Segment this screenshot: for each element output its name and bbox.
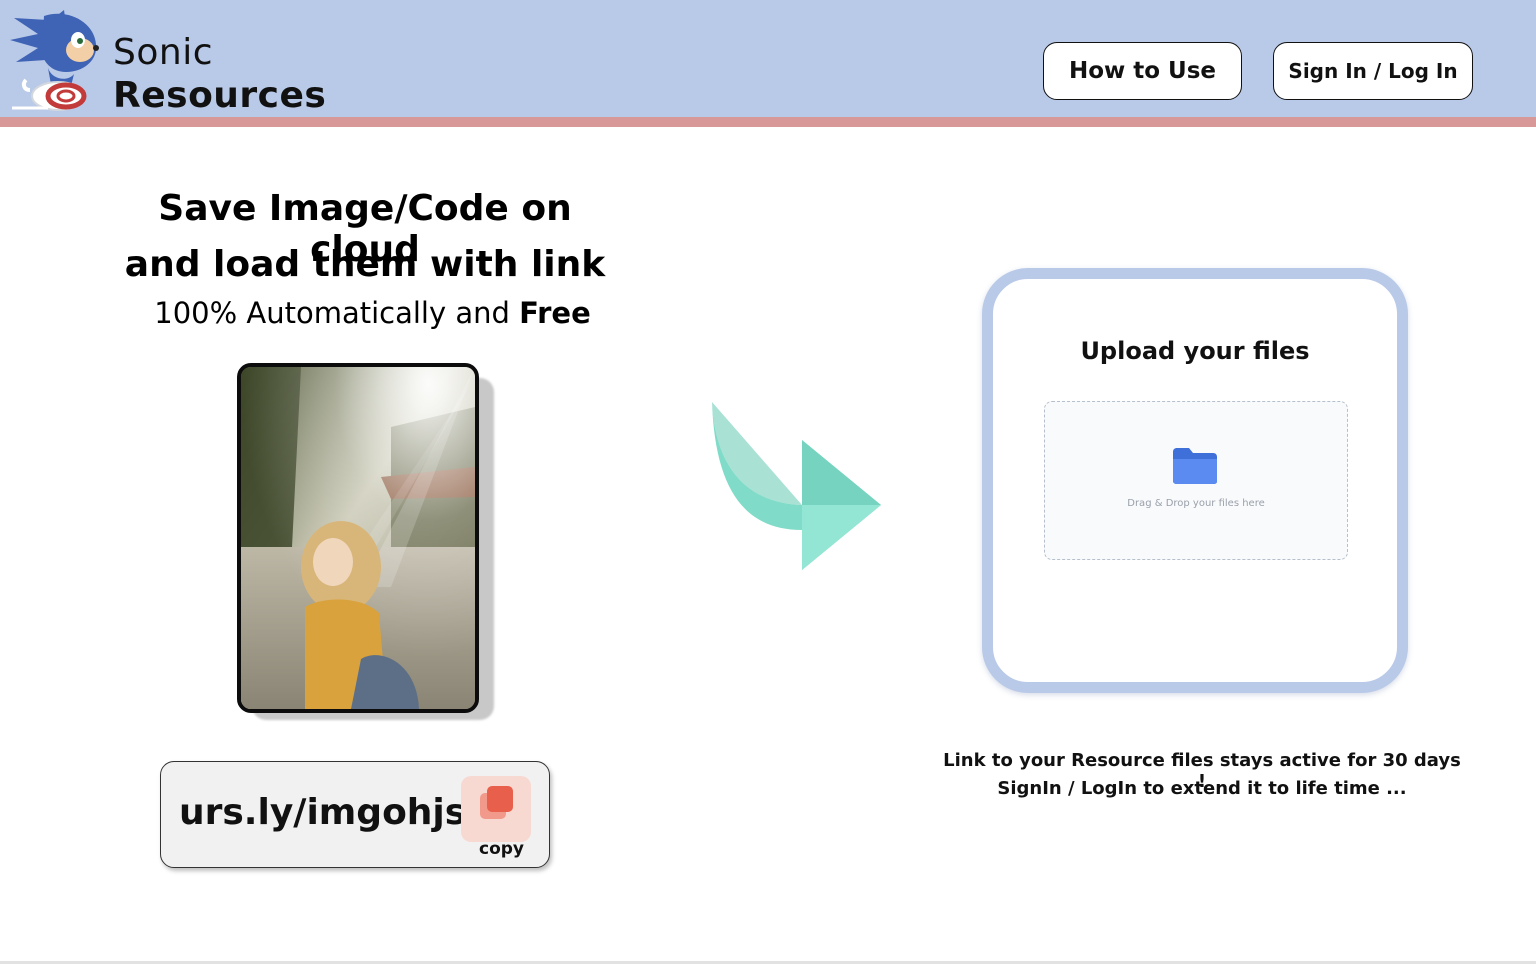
file-dropzone[interactable]: Drag & Drop your files here xyxy=(1044,401,1348,560)
signin-extend-note: SignIn / LogIn to extend it to life time… xyxy=(997,778,1407,799)
upload-title: Upload your files xyxy=(1080,337,1310,365)
copy-button[interactable] xyxy=(461,776,531,842)
upload-card: Upload your files Drag & Drop your files… xyxy=(982,268,1408,693)
sign-in-button[interactable]: Sign In / Log In xyxy=(1273,42,1473,100)
brand-name-line1: Sonic xyxy=(113,32,213,73)
folder-icon xyxy=(1173,448,1217,484)
hero-subline-free: Free xyxy=(519,296,591,330)
hero-subline: 100% Automatically and Free xyxy=(100,296,645,330)
photo-preview xyxy=(237,363,479,713)
dropzone-hint: Drag & Drop your files here xyxy=(1127,498,1265,509)
copy-icon xyxy=(480,786,513,819)
brand-name-line2: Resources xyxy=(113,75,327,116)
how-to-use-button[interactable]: How to Use xyxy=(1043,42,1242,100)
hero-subline-prefix: 100% Automatically and xyxy=(154,296,520,330)
header-accent-stripe xyxy=(0,117,1536,127)
curved-arrow-right-icon xyxy=(705,395,887,577)
hero-headline-line2: and load them with link xyxy=(124,244,606,285)
sonic-logo-icon[interactable] xyxy=(8,10,104,114)
short-link-text[interactable]: urs.ly/imgohjs xyxy=(179,792,466,833)
copy-label[interactable]: copy xyxy=(479,839,524,859)
short-link-box: urs.ly/imgohjs copy xyxy=(160,761,550,868)
top-header: Sonic Resources How to Use Sign In / Log… xyxy=(0,0,1536,117)
